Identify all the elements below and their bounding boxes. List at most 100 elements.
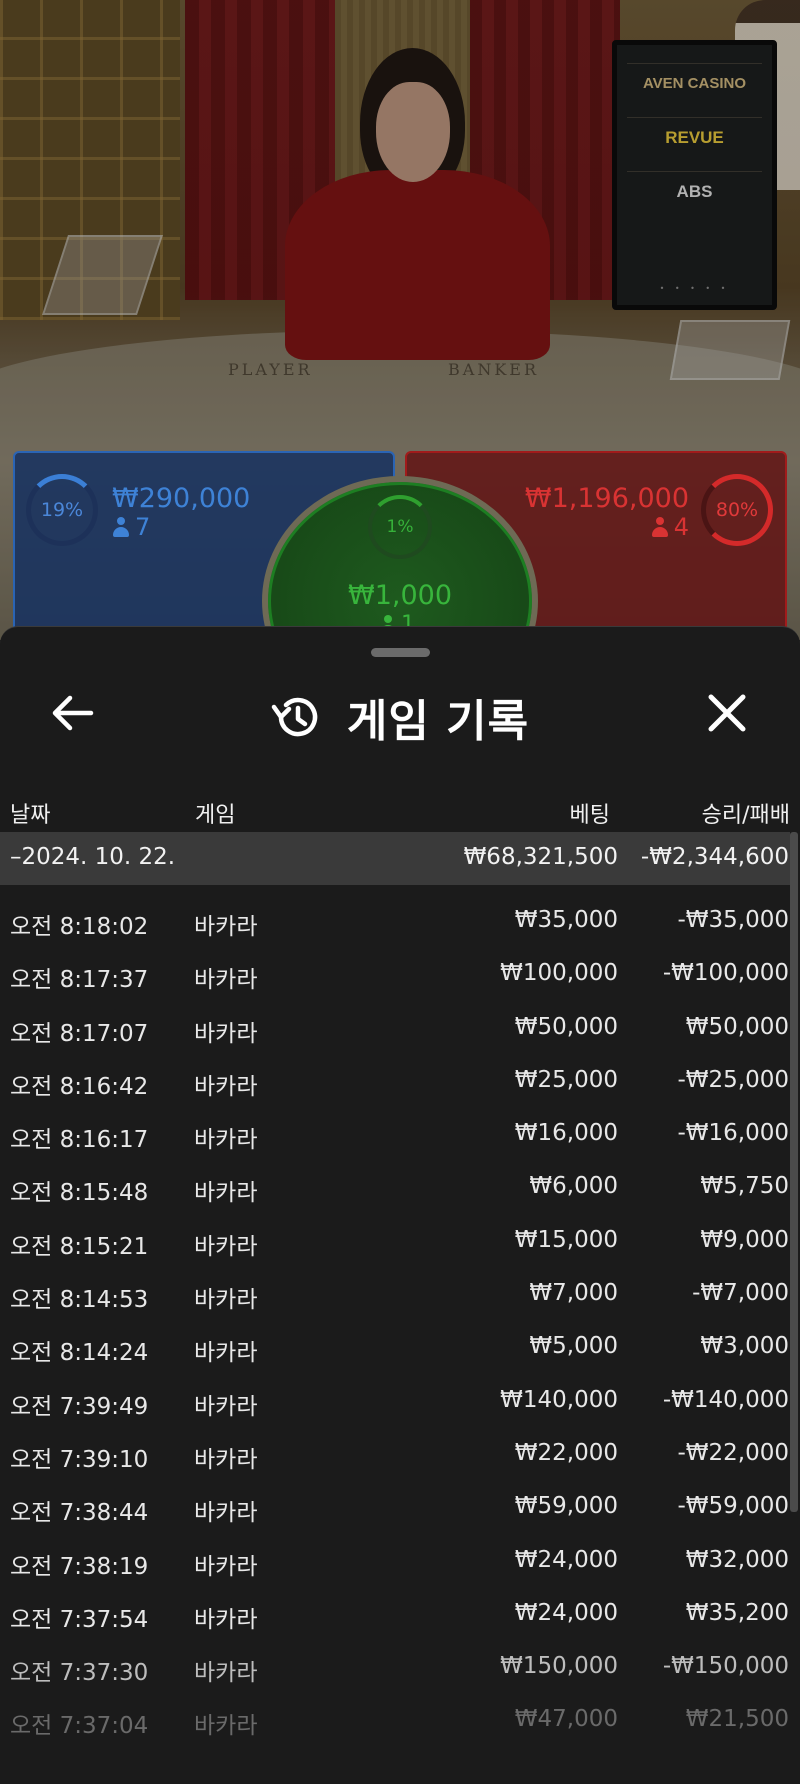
player-percent-ring: 19% [26,474,98,546]
row-result: ₩32,000 [685,1546,789,1573]
row-result: ₩3,000 [700,1333,789,1360]
row-bet: ₩7,000 [529,1280,618,1307]
row-time: 오전 7:39:10 [10,1446,149,1473]
banker-percent-ring: 80% [701,474,773,546]
row-time: 오전 7:37:54 [10,1606,149,1633]
row-game: 바카라 [194,1340,258,1367]
row-time: 오전 8:18:02 [10,914,149,940]
game-history-sheet: 게임 기록 날짜 게임 베팅 승리/패배 –2024. 10. 22. ₩68,… [0,626,800,1784]
row-result: -₩16,000 [677,1120,789,1147]
row-game: 바카라 [194,1127,258,1154]
row-bet: ₩50,000 [514,1013,618,1040]
banker-bettor-count: 4 [651,513,689,541]
sheet-drag-handle[interactable] [371,648,430,657]
row-time: 오전 8:16:17 [10,1127,149,1154]
banker-count-value: 4 [673,513,689,541]
table-row[interactable]: 오전 7:38:44 바카라 ₩59,000 -₩59,000 [0,1483,790,1536]
table-row[interactable]: 오전 8:17:37 바카라 ₩100,000 -₩100,000 [0,950,790,1003]
table-row[interactable]: 오전 8:17:07 바카라 ₩50,000 ₩50,000 [0,1004,790,1057]
table-row[interactable]: 오전 8:14:53 바카라 ₩7,000 -₩7,000 [0,1270,790,1323]
row-bet: ₩22,000 [514,1439,618,1466]
page-title: 게임 기록 [346,696,530,747]
row-bet: ₩24,000 [514,1599,618,1626]
day-group-row[interactable]: –2024. 10. 22. ₩68,321,500 -₩2,344,600 [0,832,790,885]
day-group-result-total: -₩2,344,600 [640,844,789,870]
table-row[interactable]: 오전 8:15:21 바카라 ₩15,000 ₩9,000 [0,1217,790,1270]
row-game: 바카라 [194,1287,258,1314]
row-time: 오전 8:14:53 [10,1287,149,1314]
row-game: 바카라 [194,1180,258,1207]
person-icon [113,517,129,537]
row-bet: ₩6,000 [529,1173,618,1200]
row-result: ₩50,000 [685,1013,789,1040]
row-game: 바카라 [194,1446,258,1473]
row-bet: ₩16,000 [514,1120,618,1147]
row-result: ₩35,200 [685,1599,789,1626]
person-icon [651,517,668,537]
row-time: 오전 8:17:37 [10,967,149,994]
player-percent: 19% [40,499,84,521]
row-result: -₩25,000 [677,1066,789,1093]
table-row[interactable]: 오전 8:14:24 바카라 ₩5,000 ₩3,000 [0,1323,790,1376]
row-game: 바카라 [194,1500,258,1527]
row-result: ₩9,000 [700,1226,789,1253]
row-time: 오전 8:15:21 [10,1233,149,1260]
row-bet: ₩150,000 [500,1653,618,1680]
table-row[interactable]: 오전 7:37:54 바카라 ₩24,000 ₩35,200 [0,1590,790,1643]
close-icon [708,694,746,732]
player-total-amount: ₩290,000 [112,483,251,514]
row-game: 바카라 [194,1393,258,1420]
banker-percent: 80% [715,499,759,521]
day-group-date: –2024. 10. 22. [10,844,176,870]
table-row[interactable]: 오전 8:15:48 바카라 ₩6,000 ₩5,750 [0,1163,790,1216]
row-result: -₩22,000 [677,1439,789,1466]
sheet-header: 게임 기록 [0,685,800,749]
row-result: -₩100,000 [662,960,789,987]
banker-total-amount: ₩1,196,000 [524,483,689,514]
column-header-game: 게임 [195,803,236,828]
row-result: -₩35,000 [677,907,789,933]
row-time: 오전 7:38:44 [10,1500,149,1527]
row-game: 바카라 [194,1233,258,1260]
history-icon [271,697,318,737]
table-row[interactable]: 오전 7:39:49 바카라 ₩140,000 -₩140,000 [0,1377,790,1430]
row-bet: ₩35,000 [514,907,618,933]
table-row[interactable]: 오전 8:18:02 바카라 ₩35,000 -₩35,000 [0,897,790,950]
row-bet: ₩59,000 [514,1493,618,1520]
row-time: 오전 8:14:24 [10,1340,149,1367]
row-result: -₩59,000 [677,1493,789,1520]
close-button[interactable] [697,683,757,743]
row-game: 바카라 [194,967,258,994]
row-time: 오전 8:16:42 [10,1073,149,1100]
history-scrollbar[interactable] [790,832,798,1512]
row-time: 오전 7:38:19 [10,1553,149,1580]
player-bettor-count: 7 [113,513,150,541]
table-row[interactable]: 오전 7:37:30 바카라 ₩150,000 -₩150,000 [0,1643,790,1696]
row-result: -₩140,000 [662,1386,789,1413]
row-game: 바카라 [194,1660,258,1687]
table-row[interactable]: 오전 7:37:04 바카라 ₩47,000 ₩21,500 [0,1696,790,1749]
player-count-value: 7 [135,513,151,541]
row-game: 바카라 [194,914,258,940]
table-row[interactable]: 오전 8:16:42 바카라 ₩25,000 -₩25,000 [0,1057,790,1110]
column-header-date: 날짜 [10,803,51,828]
table-row[interactable]: 오전 8:16:17 바카라 ₩16,000 -₩16,000 [0,1110,790,1163]
tie-percent: 1% [386,517,414,537]
row-bet: ₩47,000 [514,1706,618,1733]
row-bet: ₩15,000 [514,1226,618,1253]
row-bet: ₩24,000 [514,1546,618,1573]
row-result: -₩150,000 [662,1653,789,1680]
row-result: ₩21,500 [685,1706,789,1733]
row-bet: ₩140,000 [500,1386,618,1413]
row-game: 바카라 [194,1606,258,1633]
tie-percent-ring: 1% [368,495,432,559]
column-header-bet: 베팅 [569,803,610,828]
row-game: 바카라 [194,1073,258,1100]
history-table-header: 날짜 게임 베팅 승리/패배 [0,791,800,831]
row-game: 바카라 [194,1020,258,1047]
row-bet: ₩25,000 [514,1066,618,1093]
row-result: ₩5,750 [700,1173,789,1200]
table-row[interactable]: 오전 7:38:19 바카라 ₩24,000 ₩32,000 [0,1537,790,1590]
row-game: 바카라 [194,1713,258,1740]
table-row[interactable]: 오전 7:39:10 바카라 ₩22,000 -₩22,000 [0,1430,790,1483]
